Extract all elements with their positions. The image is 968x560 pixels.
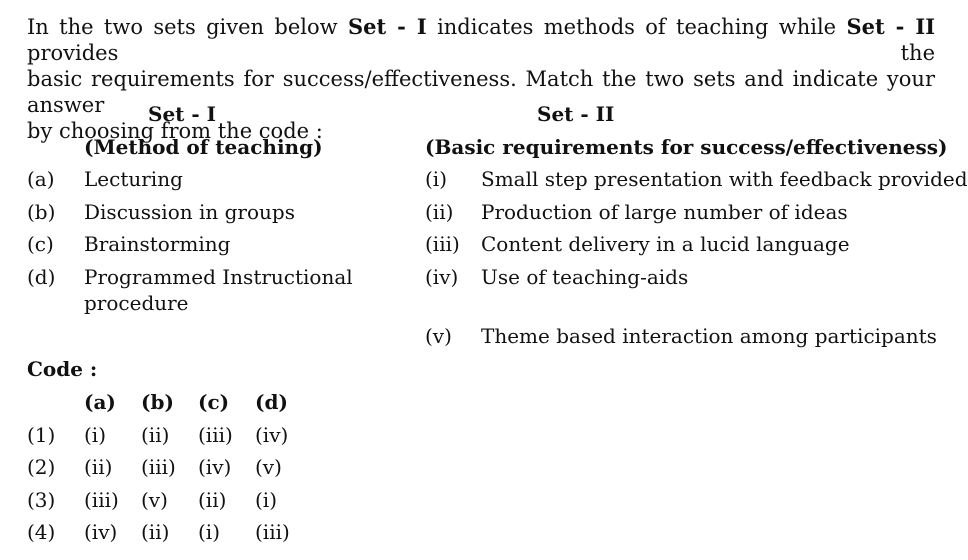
option-4-b: (ii)	[141, 520, 170, 544]
code-title: Code :	[27, 357, 98, 381]
option-2-d: (v)	[255, 455, 282, 479]
question-page: In the two sets given below Set - I indi…	[0, 0, 968, 560]
option-1-b: (ii)	[141, 423, 170, 447]
code-header-b: (b)	[141, 390, 174, 414]
option-3-b: (v)	[141, 488, 168, 512]
set-ii-subtitle: (Basic requirements for success/effectiv…	[425, 135, 948, 159]
set-ii-label-ii: (ii)	[425, 200, 454, 224]
set-ii-label-v: (v)	[425, 324, 452, 348]
set-ii-ref: Set - II	[846, 14, 936, 39]
code-header-a: (a)	[84, 390, 116, 414]
option-2-c: (iv)	[198, 455, 232, 479]
set-ii-item-v: Theme based interaction among participan…	[481, 324, 937, 348]
option-1-number[interactable]: (1)	[27, 423, 55, 447]
set-i-item-c: Brainstorming	[84, 232, 231, 256]
option-3-a: (iii)	[84, 488, 119, 512]
set-i-subtitle: (Method of teaching)	[84, 135, 323, 159]
option-2-number[interactable]: (2)	[27, 455, 55, 479]
code-header-c: (c)	[198, 390, 230, 414]
option-4-a: (iv)	[84, 520, 118, 544]
set-i-label-d: (d)	[27, 265, 56, 289]
option-4-d: (iii)	[255, 520, 290, 544]
set-i-item-d: Programmed Instructional	[84, 265, 353, 289]
set-ii-item-i: Small step presentation with feedback pr…	[481, 167, 968, 191]
set-i-item-d-cont: procedure	[84, 291, 189, 315]
set-i-label-a: (a)	[27, 167, 55, 191]
option-2-b: (iii)	[141, 455, 176, 479]
set-ii-item-iv: Use of teaching-aids	[481, 265, 689, 289]
option-4-c: (i)	[198, 520, 221, 544]
set-ii-item-iii: Content delivery in a lucid language	[481, 232, 850, 256]
option-1-d: (iv)	[255, 423, 289, 447]
option-3-d: (i)	[255, 488, 278, 512]
set-i-title: Set - I	[148, 102, 216, 126]
set-ii-label-iii: (iii)	[425, 232, 460, 256]
option-4-number[interactable]: (4)	[27, 520, 55, 544]
code-header-d: (d)	[255, 390, 288, 414]
set-ii-label-iv: (iv)	[425, 265, 459, 289]
set-ii-item-ii: Production of large number of ideas	[481, 200, 848, 224]
set-i-label-c: (c)	[27, 232, 54, 256]
option-1-a: (i)	[84, 423, 107, 447]
option-3-c: (ii)	[198, 488, 227, 512]
intro-line-1: In the two sets given below Set - I indi…	[27, 14, 936, 65]
set-i-label-b: (b)	[27, 200, 56, 224]
option-1-c: (iii)	[198, 423, 233, 447]
set-ii-label-i: (i)	[425, 167, 448, 191]
option-2-a: (ii)	[84, 455, 113, 479]
option-3-number[interactable]: (3)	[27, 488, 55, 512]
set-ii-title: Set - II	[537, 102, 615, 126]
set-i-ref: Set - I	[347, 14, 427, 39]
set-i-item-a: Lecturing	[84, 167, 183, 191]
set-i-item-b: Discussion in groups	[84, 200, 295, 224]
